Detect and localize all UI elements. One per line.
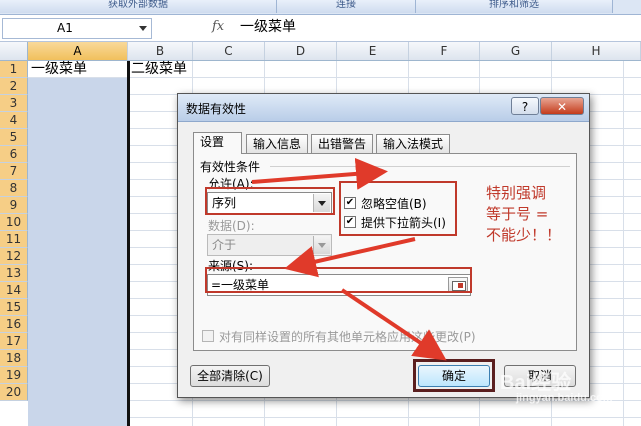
note-line-3: 不能少！！ (486, 226, 562, 244)
row-header[interactable]: 12 (0, 248, 28, 265)
row-header[interactable]: 4 (0, 112, 28, 129)
ribbon-group-sort-filter[interactable]: 排序和筛选 (416, 0, 613, 13)
dialog-title-bar[interactable]: 数据有效性 ? ✕ (178, 94, 589, 122)
row-header[interactable]: 14 (0, 282, 28, 299)
dialog-title: 数据有效性 (186, 102, 247, 116)
apply-all-checkbox[interactable] (202, 330, 214, 342)
note-line-2: 等于号 = (486, 205, 549, 223)
column-header-h[interactable]: H (552, 42, 641, 60)
apply-all-label[interactable]: 对有同样设置的所有其他单元格应用这些更改(P) (219, 328, 476, 345)
clear-all-button[interactable]: 全部清除(C) (190, 365, 270, 387)
cell-a1[interactable]: 一级菜单 (31, 61, 87, 78)
row-header[interactable]: 15 (0, 299, 28, 316)
row-header[interactable]: 11 (0, 231, 28, 248)
column-header-c[interactable]: C (193, 42, 265, 60)
data-label: 数据(D): (208, 219, 255, 233)
column-header-e[interactable]: E (337, 42, 409, 60)
row-header[interactable]: 13 (0, 265, 28, 282)
column-header-a[interactable]: A (28, 42, 128, 60)
row-header[interactable]: 1 (0, 61, 28, 78)
row-header[interactable]: 3 (0, 95, 28, 112)
cell-b1[interactable]: 二级菜单 (131, 61, 187, 78)
row-header[interactable]: 10 (0, 214, 28, 231)
allow-highlight-box (205, 187, 335, 215)
formula-bar: A1 fx 一级菜单 (0, 15, 641, 42)
section-divider (270, 166, 570, 167)
function-icon[interactable]: fx (212, 19, 224, 34)
row-header[interactable]: 20 (0, 384, 28, 401)
row-header[interactable]: 18 (0, 350, 28, 367)
formula-input[interactable]: 一级菜单 (240, 18, 296, 37)
tab-input-message[interactable]: 输入信息 (246, 134, 308, 153)
row-header[interactable]: 19 (0, 367, 28, 384)
tab-error-alert[interactable]: 出错警告 (311, 134, 373, 153)
selected-column-highlight (28, 78, 127, 426)
select-all-corner[interactable] (0, 42, 28, 60)
ok-highlight-box (413, 359, 495, 392)
column-header-f[interactable]: F (409, 42, 480, 60)
column-border-highlight (127, 61, 130, 426)
help-button[interactable]: ? (511, 97, 539, 115)
row-header[interactable]: 17 (0, 333, 28, 350)
watermark-url: jingyan.baidu.com (516, 392, 613, 404)
chevron-down-icon (313, 236, 330, 254)
data-select-value: 介于 (212, 238, 237, 252)
row-headers: 1 2 3 4 5 6 7 8 9 10 11 12 13 14 15 16 1… (0, 61, 28, 426)
ribbon-group-connections[interactable]: 连接 (277, 0, 416, 13)
data-select: 介于 (207, 234, 332, 256)
tab-settings[interactable]: 设置 (193, 132, 242, 154)
ribbon-group-get-external-data[interactable]: 获取外部数据 (0, 0, 277, 13)
column-header-d[interactable]: D (265, 42, 337, 60)
row-header[interactable]: 5 (0, 129, 28, 146)
column-headers: A B C D E F G H (0, 42, 641, 61)
column-header-g[interactable]: G (480, 42, 552, 60)
name-box-value: A1 (57, 21, 73, 35)
column-header-b[interactable]: B (128, 42, 193, 60)
row-header[interactable]: 9 (0, 197, 28, 214)
close-button[interactable]: ✕ (540, 97, 584, 115)
tab-ime-mode[interactable]: 输入法模式 (376, 134, 450, 153)
row-header[interactable]: 2 (0, 78, 28, 95)
row-header[interactable]: 8 (0, 180, 28, 197)
watermark-logo: Bai经验 (500, 372, 572, 394)
chevron-down-icon[interactable] (139, 26, 147, 31)
row-header[interactable]: 7 (0, 163, 28, 180)
row-header[interactable]: 6 (0, 146, 28, 163)
checkbox-highlight-box (339, 181, 457, 236)
note-line-1: 特别强调 (486, 184, 547, 202)
name-box[interactable]: A1 (2, 18, 152, 39)
row-header[interactable]: 16 (0, 316, 28, 333)
data-validation-dialog: 数据有效性 ? ✕ 设置 输入信息 出错警告 输入法模式 有效性条件 允许(A)… (177, 93, 590, 398)
source-highlight-box (205, 267, 472, 293)
section-title: 有效性条件 (200, 160, 261, 174)
ribbon-strip: 获取外部数据 连接 排序和筛选 (0, 0, 641, 15)
